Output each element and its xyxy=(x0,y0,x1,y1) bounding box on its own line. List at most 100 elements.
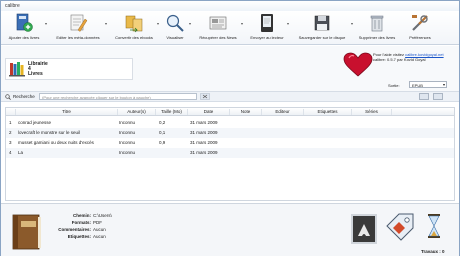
cover-browser-button[interactable] xyxy=(351,214,377,244)
cover-flow-icon xyxy=(358,224,370,236)
convert-books-button[interactable]: Convertir des ebooks xyxy=(111,13,157,43)
detail-path-label: Chemin: xyxy=(73,213,91,218)
row-title: conrad jeunesse xyxy=(18,120,52,125)
table-row[interactable]: 4 La Inconnu 31 mars 2009 xyxy=(6,148,454,158)
column-size[interactable]: Taille (Mo) xyxy=(156,109,188,115)
jobs-count[interactable]: Travaux : 0 xyxy=(421,249,445,254)
preferences-icon xyxy=(412,15,428,31)
send-to-device-icon xyxy=(261,14,273,32)
row-date: 31 mars 2009 xyxy=(190,150,218,155)
add-books-icon xyxy=(16,13,33,32)
delete-books-label: Supprimer des livres xyxy=(358,35,396,40)
tag-view-toggle-button[interactable] xyxy=(419,93,429,100)
detail-path-value[interactable]: C:\Users\ xyxy=(93,212,112,219)
view-button[interactable]: Visualiser xyxy=(161,13,189,43)
add-books-label: Ajouter des livres xyxy=(8,35,40,40)
column-number xyxy=(6,109,16,115)
column-series[interactable]: Séries xyxy=(352,109,392,115)
fetch-news-dropdown-icon[interactable]: ▾ xyxy=(241,21,245,27)
detail-formats-label: Formats: xyxy=(71,220,91,225)
table-header: Titre Auteur(s) Taille (Mo) Date Note Ed… xyxy=(6,108,454,116)
send-to-device-dropdown-icon[interactable]: ▾ xyxy=(287,21,291,27)
book-details-panel: Chemin: Formats: Commentaires: Etiquette… xyxy=(1,203,459,256)
add-books-button[interactable]: Ajouter des livres xyxy=(3,13,45,43)
detail-comments-value: Aucun xyxy=(93,227,106,232)
send-to-device-button[interactable]: Envoyer au lecteur xyxy=(247,13,287,43)
row-size: 0,9 xyxy=(159,140,166,145)
column-date[interactable]: Date xyxy=(188,109,230,115)
detail-tags-label: Etiquettes: xyxy=(67,234,91,239)
column-title[interactable]: Titre xyxy=(16,109,118,115)
preferences-button[interactable]: Préférences xyxy=(403,13,437,43)
delete-books-button[interactable]: Supprimer des livres xyxy=(355,13,399,43)
row-number: 1 xyxy=(9,120,12,125)
row-author: Inconnu xyxy=(119,140,136,145)
row-author: Inconnu xyxy=(119,150,136,155)
row-title: La xyxy=(18,150,24,155)
view-dropdown-icon[interactable]: ▾ xyxy=(189,21,193,27)
row-date: 31 mars 2009 xyxy=(190,120,218,125)
title-bar: calibre xyxy=(1,1,459,11)
help-info: Pour l'aide visitez calibre.kovidgoyal.n… xyxy=(373,52,457,62)
library-icon xyxy=(9,62,25,77)
output-format-value: EPUB xyxy=(412,83,423,88)
detail-comments-label: Commentaires: xyxy=(58,227,91,232)
column-tags[interactable]: Etiquettes xyxy=(304,109,352,115)
fetch-news-label: Récupérer des News xyxy=(199,35,237,40)
search-input[interactable]: (Pour une recherche avancée cliquer sur … xyxy=(39,93,197,100)
detail-values: C:\Users\ PDF Aucun Aucun xyxy=(93,212,112,240)
search-bar: Recherche (Pour une recherche avancée cl… xyxy=(1,91,459,102)
library-bar: Librairie 4 Livres Pour l'aide visitez c… xyxy=(1,46,459,91)
detail-labels: Chemin: Formats: Commentaires: Etiquette… xyxy=(57,212,91,240)
hourglass-icon xyxy=(428,214,440,238)
detail-formats-value[interactable]: PDF xyxy=(93,219,112,226)
edit-metadata-icon xyxy=(70,14,88,32)
preferences-label: Préférences xyxy=(409,35,431,40)
save-to-disk-icon xyxy=(314,15,330,31)
advanced-search-icon[interactable] xyxy=(5,94,11,100)
table-row[interactable]: 3 musset gamiani ou deux nuits d'excès I… xyxy=(6,138,454,148)
column-publisher[interactable]: Editeur xyxy=(262,109,304,115)
books-table: Titre Auteur(s) Taille (Mo) Date Note Ed… xyxy=(5,107,455,201)
table-row[interactable]: 1 conrad jeunesse Inconnu 0,2 31 mars 20… xyxy=(6,118,454,128)
clear-search-icon[interactable] xyxy=(200,93,210,100)
library-unit: Livres xyxy=(28,71,43,77)
main-toolbar: Ajouter des livres ▾ Editer les méta-don… xyxy=(1,11,459,45)
row-date: 31 mars 2009 xyxy=(190,140,218,145)
row-size: 0,2 xyxy=(159,120,166,125)
convert-icon xyxy=(125,15,143,33)
view-icon xyxy=(166,14,184,32)
convert-label: Convertir des ebooks xyxy=(115,35,153,40)
save-to-disk-button[interactable]: Sauvegarder sur le disque xyxy=(293,13,351,43)
edit-metadata-dropdown-icon[interactable]: ▾ xyxy=(105,21,109,27)
table-row[interactable]: 2 lovecraft le monstre sur le seuil Inco… xyxy=(6,128,454,138)
output-format-label: Sortie: xyxy=(388,83,400,88)
row-number: 3 xyxy=(9,140,12,145)
version-text: calibre: 0.5.7 par Kovid Goyal xyxy=(373,57,426,62)
search-label: Recherche xyxy=(13,94,35,99)
add-books-dropdown-icon[interactable]: ▾ xyxy=(45,21,49,27)
row-author: Inconnu xyxy=(119,120,136,125)
row-size: 0,1 xyxy=(159,130,166,135)
output-format-select[interactable]: EPUB ▾ xyxy=(409,81,447,88)
row-number: 4 xyxy=(9,150,12,155)
book-cover-icon xyxy=(12,214,41,250)
column-author[interactable]: Auteur(s) xyxy=(118,109,156,115)
fetch-news-button[interactable]: Récupérer des News xyxy=(195,13,241,43)
library-panel[interactable]: Librairie 4 Livres xyxy=(5,58,133,80)
save-to-disk-label: Sauvegarder sur le disque xyxy=(298,35,346,40)
column-rating[interactable]: Note xyxy=(230,109,262,115)
tag-browser-icon[interactable] xyxy=(383,210,417,244)
fetch-news-icon xyxy=(209,16,227,30)
edit-metadata-button[interactable]: Editer les méta-données xyxy=(51,13,105,43)
row-author: Inconnu xyxy=(119,130,136,135)
donate-heart-icon[interactable] xyxy=(343,52,373,78)
view-label: Visualiser xyxy=(166,35,184,40)
chevron-down-icon: ▾ xyxy=(442,82,445,87)
cover-view-toggle-button[interactable] xyxy=(433,93,443,100)
delete-icon xyxy=(370,15,384,32)
window-title: calibre xyxy=(5,3,20,9)
detail-tags-value: Aucun xyxy=(93,234,106,239)
row-title: musset gamiani ou deux nuits d'excès xyxy=(18,140,94,145)
row-number: 2 xyxy=(9,130,12,135)
